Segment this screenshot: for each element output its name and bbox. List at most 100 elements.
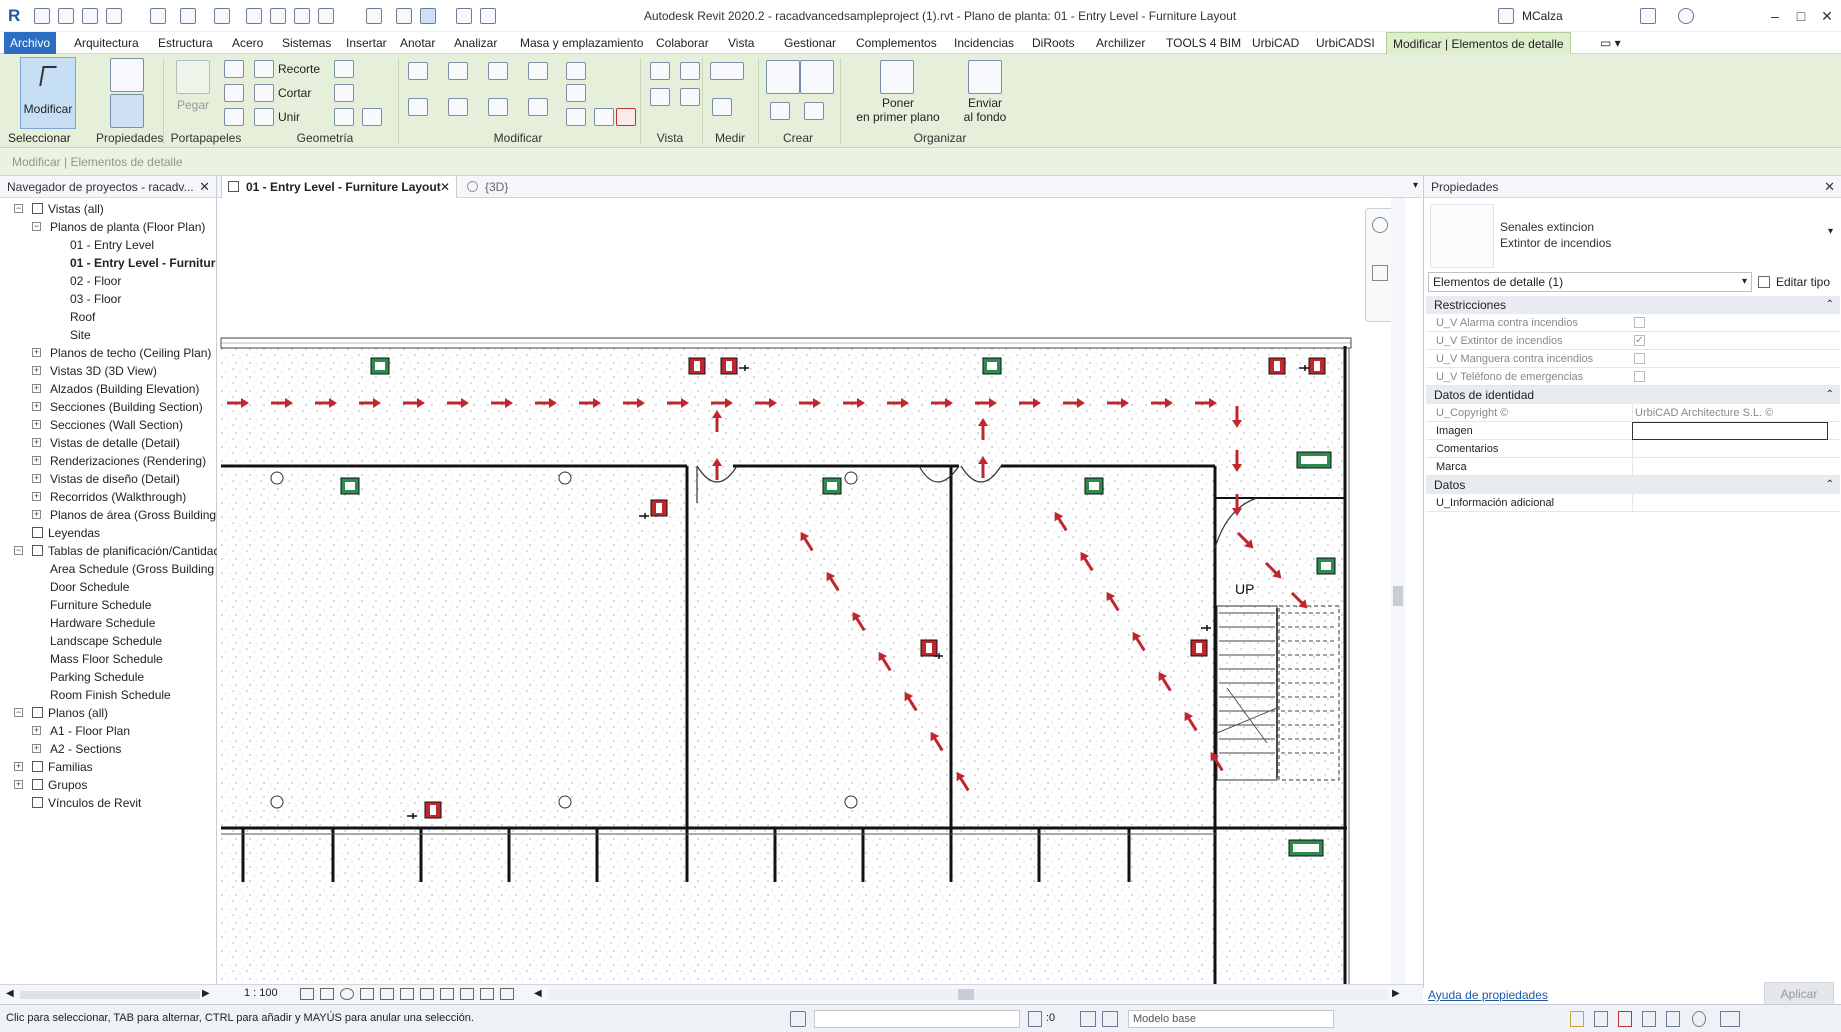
expand-icon[interactable]: + bbox=[14, 780, 23, 789]
collapse-icon[interactable]: − bbox=[32, 222, 41, 231]
override-graphics-icon[interactable] bbox=[650, 62, 670, 80]
canvas-scroll-left-icon[interactable]: ◀ bbox=[534, 988, 542, 999]
offset-icon[interactable] bbox=[448, 62, 468, 80]
drag-elements-icon[interactable] bbox=[1666, 1011, 1680, 1027]
browser-item[interactable]: + Alzados (Building Elevation) bbox=[32, 380, 199, 398]
browser-item[interactable]: 01 - Entry Level bbox=[70, 236, 154, 254]
browser-item[interactable]: Parking Schedule bbox=[50, 668, 144, 686]
browser-item[interactable]: Mass Floor Schedule bbox=[50, 650, 163, 668]
bring-front-label-2[interactable]: en primer plano bbox=[856, 110, 940, 124]
undo-icon[interactable] bbox=[150, 8, 166, 24]
sync-icon[interactable] bbox=[106, 8, 122, 24]
collapse-icon[interactable]: − bbox=[14, 546, 23, 555]
send-back-label-1[interactable]: Enviar bbox=[960, 96, 1010, 110]
browser-item[interactable]: + A1 - Floor Plan bbox=[32, 722, 130, 740]
floor-plan[interactable]: UP bbox=[217, 198, 1407, 984]
measure-icon[interactable] bbox=[246, 8, 262, 24]
browser-item[interactable]: Roof bbox=[70, 308, 95, 326]
copy-icon[interactable] bbox=[224, 84, 244, 102]
cortar-label[interactable]: Cortar bbox=[278, 86, 311, 100]
edit-type-button[interactable]: Editar tipo bbox=[1756, 272, 1838, 292]
search-icon[interactable] bbox=[1498, 8, 1514, 24]
scroll-thumb[interactable] bbox=[1393, 586, 1403, 606]
show-crop-icon[interactable] bbox=[400, 988, 414, 1000]
select-pinned-icon[interactable] bbox=[1618, 1011, 1632, 1027]
tab-menu-icon[interactable]: ▾ bbox=[1413, 180, 1418, 191]
apply-button[interactable]: Aplicar bbox=[1764, 982, 1834, 1006]
section-icon[interactable] bbox=[396, 8, 412, 24]
browser-item[interactable]: Site bbox=[70, 326, 91, 344]
checkbox-extintor[interactable]: ✓ bbox=[1634, 335, 1645, 346]
redo-icon[interactable] bbox=[180, 8, 196, 24]
browser-item[interactable]: − Planos de planta (Floor Plan) bbox=[32, 218, 205, 236]
cut-geometry-icon[interactable] bbox=[254, 84, 274, 102]
comentarios-field[interactable] bbox=[1632, 440, 1828, 458]
browser-item[interactable]: + Secciones (Wall Section) bbox=[32, 416, 183, 434]
expand-icon[interactable]: + bbox=[32, 492, 41, 501]
dimension-icon[interactable] bbox=[270, 8, 286, 24]
select-underlay-icon[interactable] bbox=[1594, 1011, 1608, 1027]
bring-to-front-icon[interactable] bbox=[880, 60, 914, 94]
collapse-icon[interactable]: − bbox=[14, 204, 23, 213]
scroll-right-icon[interactable]: ▶ bbox=[202, 988, 210, 999]
browser-item[interactable]: + Planos de techo (Ceiling Plan) bbox=[32, 344, 211, 362]
measure-tool-icon[interactable] bbox=[710, 62, 744, 80]
select-links-icon[interactable] bbox=[1570, 1011, 1584, 1027]
send-back-label-2[interactable]: al fondo bbox=[960, 110, 1010, 124]
detail-level-icon[interactable] bbox=[300, 988, 314, 1000]
trim-icon[interactable] bbox=[528, 98, 548, 116]
editable-only-icon[interactable] bbox=[1080, 1011, 1096, 1027]
menu-analizar[interactable]: Analizar bbox=[448, 32, 503, 54]
menu-urbicadsi[interactable]: UrbiCADSI bbox=[1310, 32, 1381, 54]
expand-icon[interactable]: + bbox=[32, 384, 41, 393]
menu-anotar[interactable]: Anotar bbox=[394, 32, 441, 54]
type-dropdown-icon[interactable]: ▾ bbox=[1828, 226, 1833, 237]
imagen-field[interactable] bbox=[1632, 422, 1828, 440]
menu-diroots[interactable]: DiRoots bbox=[1026, 32, 1081, 54]
browser-item[interactable]: + Grupos bbox=[14, 776, 87, 794]
demolish-icon[interactable] bbox=[362, 108, 382, 126]
expand-icon[interactable]: + bbox=[32, 510, 41, 519]
menu-sistemas[interactable]: Sistemas bbox=[276, 32, 337, 54]
print-icon[interactable] bbox=[214, 8, 230, 24]
expand-icon[interactable]: + bbox=[32, 348, 41, 357]
help-icon[interactable] bbox=[1678, 8, 1694, 24]
user-name[interactable]: MCalza bbox=[1522, 0, 1563, 32]
browser-item[interactable]: 02 - Floor bbox=[70, 272, 121, 290]
browser-item[interactable]: Area Schedule (Gross Building bbox=[50, 560, 214, 578]
ribbon-minimize-icon[interactable]: ▭ ▾ bbox=[1594, 32, 1627, 54]
menu-archilizer[interactable]: Archilizer bbox=[1090, 32, 1151, 54]
tag-icon[interactable] bbox=[294, 8, 310, 24]
browser-item[interactable]: + Vistas 3D (3D View) bbox=[32, 362, 157, 380]
maximize-button[interactable]: □ bbox=[1788, 0, 1814, 32]
browser-item[interactable]: + Vistas de diseño (Detail) bbox=[32, 470, 180, 488]
open-icon[interactable] bbox=[34, 8, 50, 24]
close-properties-icon[interactable]: ✕ bbox=[1824, 176, 1835, 197]
browser-item[interactable]: − Planos (all) bbox=[14, 704, 108, 722]
filter-icon[interactable] bbox=[1720, 1011, 1740, 1027]
group-datos[interactable]: Datos ⌃ bbox=[1426, 476, 1840, 494]
menu-acero[interactable]: Acero bbox=[226, 32, 269, 54]
highlight-icon[interactable] bbox=[480, 988, 494, 1000]
shadows-icon[interactable] bbox=[360, 988, 374, 1000]
linework-icon[interactable] bbox=[650, 88, 670, 106]
canvas-hscroll-thumb[interactable] bbox=[958, 989, 974, 1000]
properties-help-link[interactable]: Ayuda de propiedades bbox=[1428, 988, 1548, 1002]
close-hidden-icon[interactable] bbox=[456, 8, 472, 24]
menu-archivo[interactable]: Archivo bbox=[4, 32, 57, 54]
instance-selector[interactable]: Elementos de detalle (1) ▾ bbox=[1428, 272, 1752, 292]
menu-colaborar[interactable]: Colaborar bbox=[650, 32, 715, 54]
zoom-icon[interactable] bbox=[1372, 265, 1388, 281]
canvas-scroll-right-icon[interactable]: ▶ bbox=[1392, 988, 1400, 999]
canvas-hscroll[interactable] bbox=[548, 989, 1388, 1000]
expand-icon[interactable]: + bbox=[32, 402, 41, 411]
browser-item[interactable]: Leyendas bbox=[32, 524, 100, 542]
browser-item[interactable]: + Secciones (Building Section) bbox=[32, 398, 203, 416]
switch-windows-icon[interactable] bbox=[480, 8, 496, 24]
background-process-icon[interactable] bbox=[1692, 1011, 1706, 1027]
properties-icon[interactable] bbox=[110, 94, 144, 128]
save-icon[interactable] bbox=[82, 8, 98, 24]
close-window-button[interactable]: ✕ bbox=[1814, 0, 1840, 32]
expand-icon[interactable]: + bbox=[32, 726, 41, 735]
pin-icon[interactable] bbox=[594, 108, 614, 126]
